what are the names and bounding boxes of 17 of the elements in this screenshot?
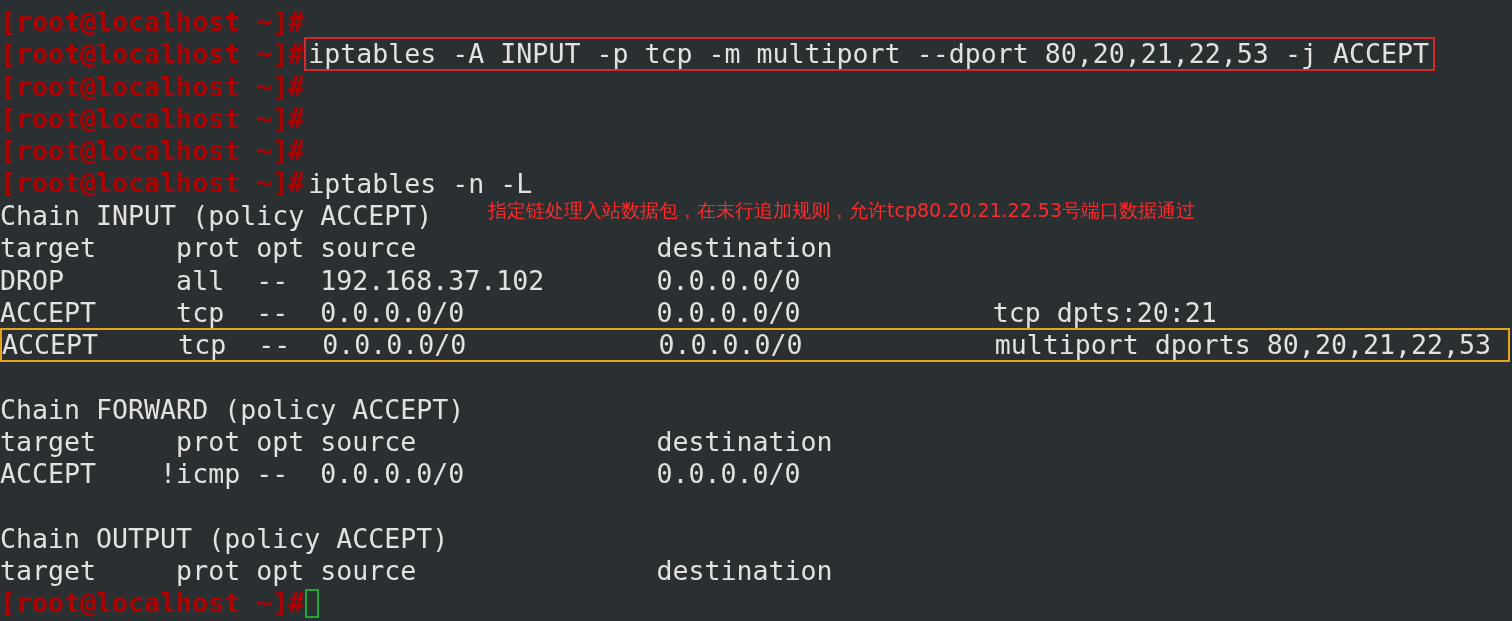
shell-prompt: [root@localhost ~]# bbox=[0, 38, 305, 71]
output-line: ACCEPT tcp -- 0.0.0.0/0 0.0.0.0/0 tcp dpts:20:21 bbox=[0, 295, 1218, 330]
shell-prompt: [root@localhost ~]# bbox=[0, 6, 305, 39]
command-text: iptables -A INPUT -p tcp -m multiport --dport 80,20,21,22,53 -j ACCEPT bbox=[304, 37, 1435, 72]
output-line: target prot opt source destination bbox=[0, 425, 834, 459]
output-line: target prot opt source destination bbox=[0, 554, 834, 589]
shell-prompt: [root@localhost ~]# bbox=[0, 70, 305, 103]
shell-prompt: [root@localhost ~]# bbox=[0, 587, 305, 620]
output-line: ACCEPT !icmp -- 0.0.0.0/0 0.0.0.0/0 bbox=[0, 457, 802, 492]
output-line: DROP all -- 192.168.37.102 0.0.0.0/0 bbox=[0, 263, 802, 298]
output-line: Chain FORWARD (policy ACCEPT) bbox=[0, 392, 466, 427]
output-line: Chain INPUT (policy ACCEPT) bbox=[0, 199, 434, 233]
shell-prompt: [root@localhost ~]# bbox=[0, 167, 305, 200]
output-line: target prot opt source destination bbox=[0, 231, 834, 266]
shell-prompt: [root@localhost ~]# bbox=[0, 102, 305, 136]
output-line: Chain OUTPUT (policy ACCEPT) bbox=[0, 521, 450, 556]
shell-prompt: [root@localhost ~]# bbox=[0, 135, 305, 168]
